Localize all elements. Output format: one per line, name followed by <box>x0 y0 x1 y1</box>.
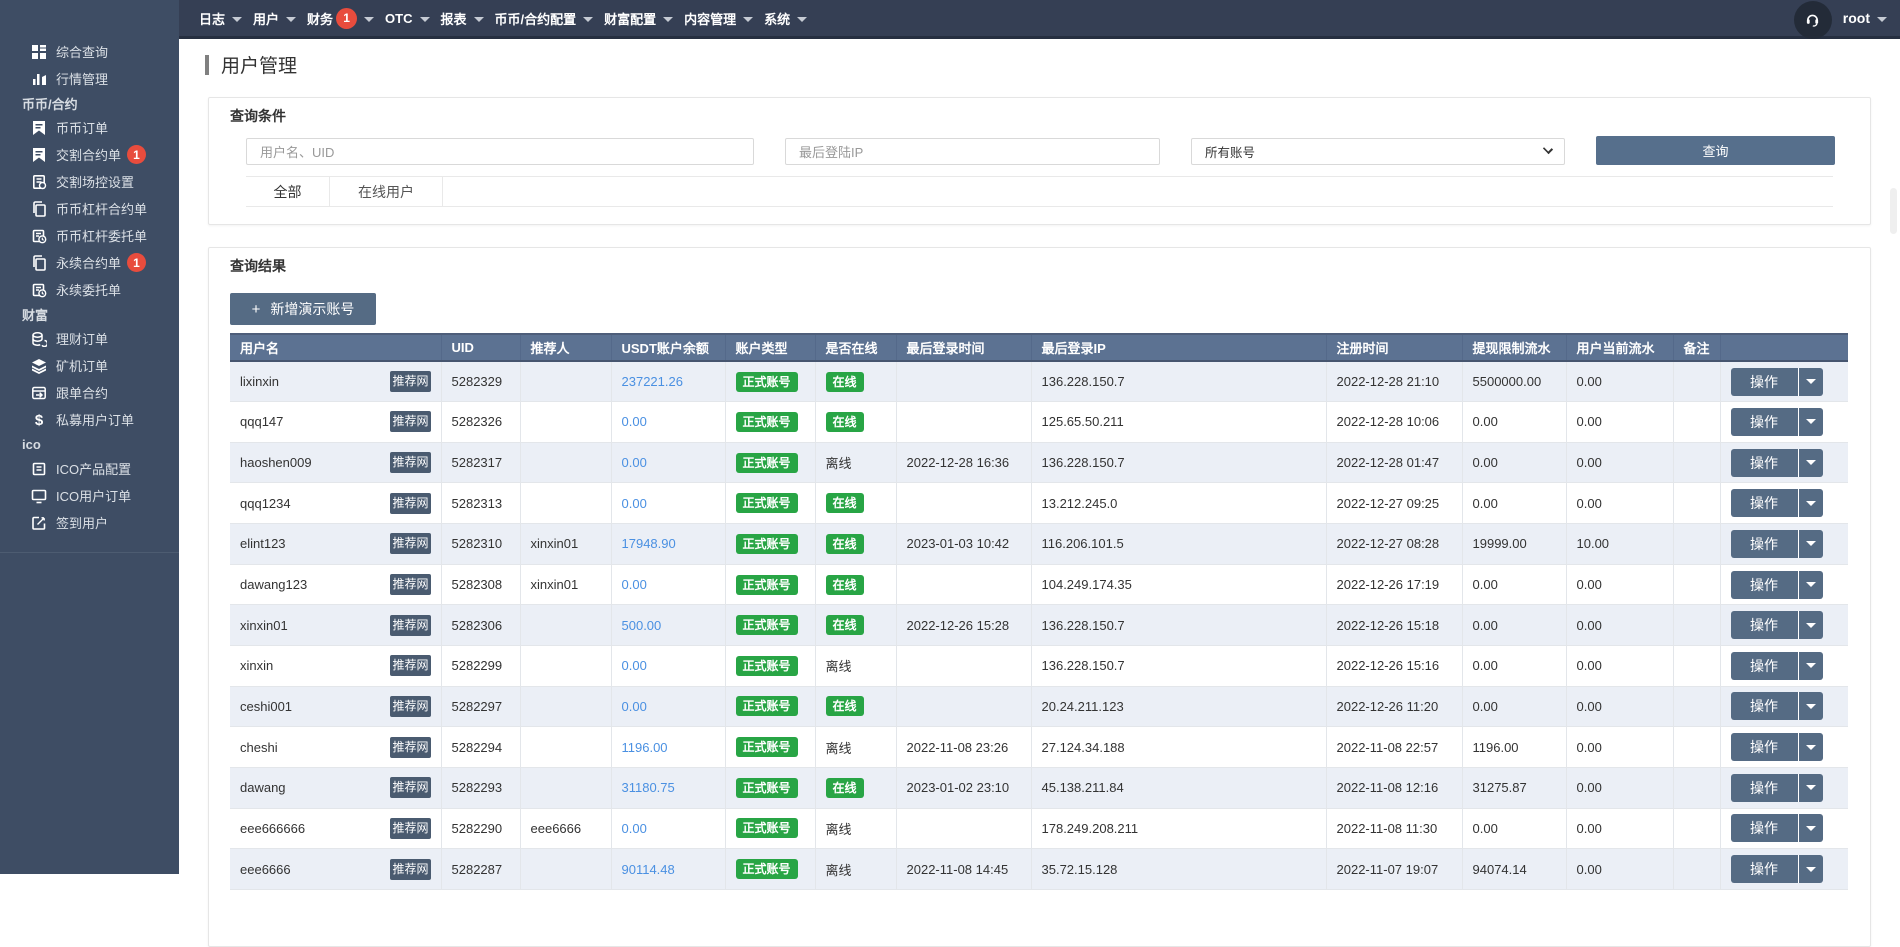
svg-text:$: $ <box>35 412 44 428</box>
